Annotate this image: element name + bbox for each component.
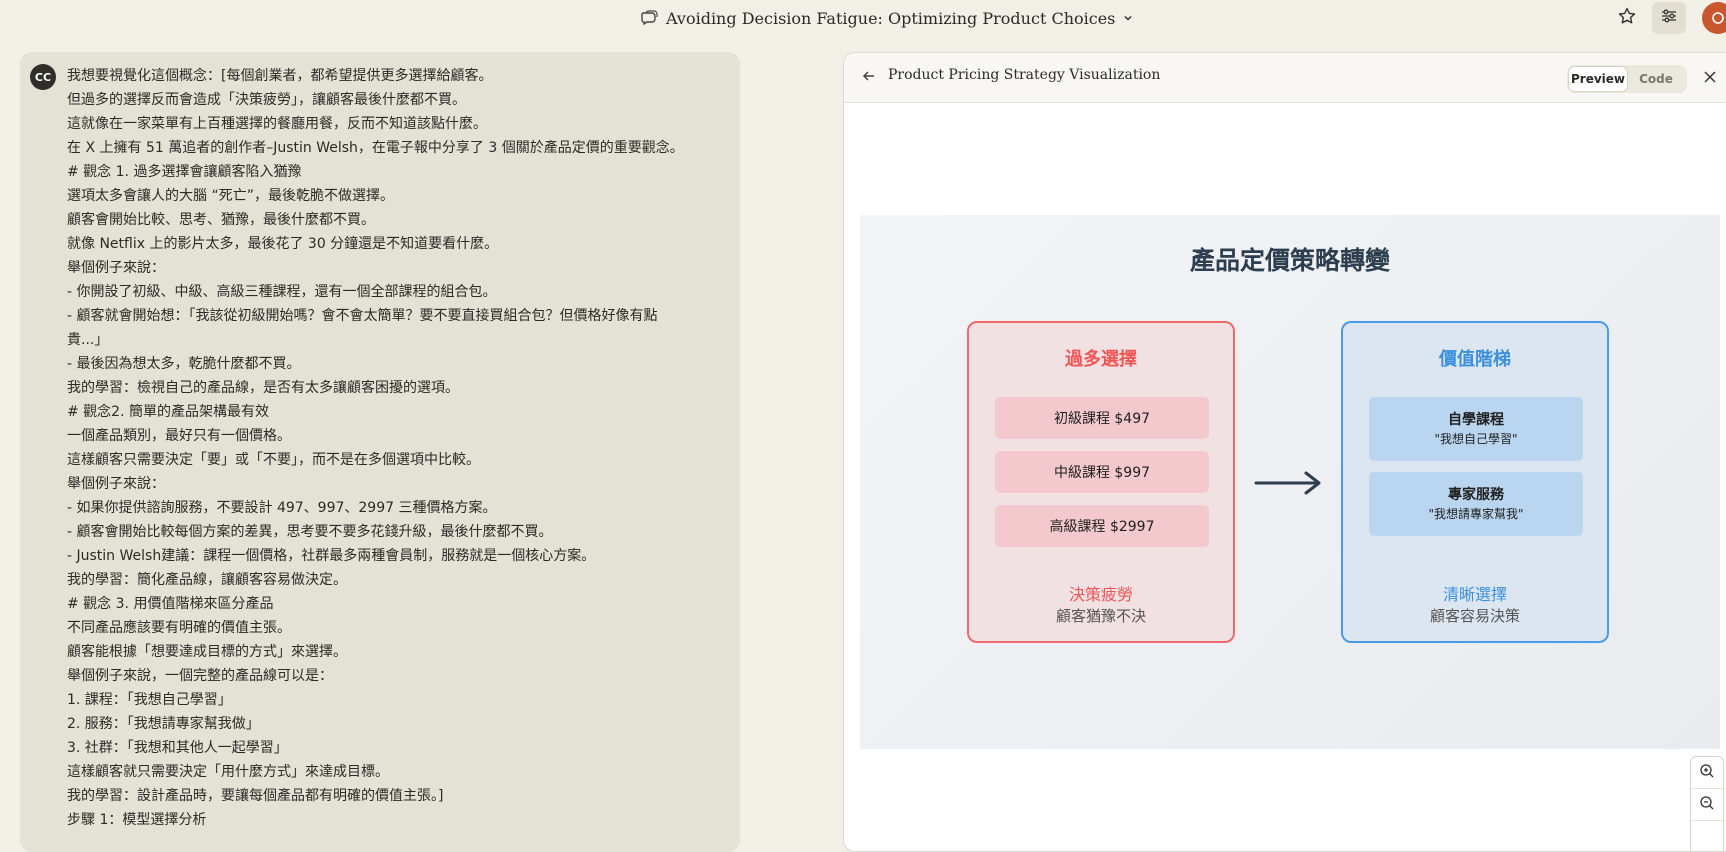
message-line: 但過多的選擇反而會造成「決策疲勞」，讓顧客最後什麼都不買。	[67, 92, 466, 108]
price-option: 高級課程 $2997	[995, 505, 1209, 547]
message-line: - 顧客會開始比較每個方案的差異，思考要不要多花錢升級，最後什麼都不買。	[67, 524, 553, 540]
message-line: 這樣顧客就只需要決定「用什麼方式」來達成目標。	[67, 764, 389, 780]
message-line: 在 X 上擁有 51 萬追者的創作者–Justin Welsh，在電子報中分享了…	[67, 140, 684, 156]
value-option: 自學課程 "我想自己學習"	[1369, 397, 1583, 461]
card-footer: 清晰選擇	[1442, 585, 1507, 604]
message-line: 我的學習：檢視自己的產品線，是否有太多讓顧客困擾的選項。	[67, 380, 459, 396]
price-option: 中級課程 $997	[995, 451, 1209, 493]
message-line: 這樣顧客只需要決定「要」或「不要」，而不是在多個選項中比較。	[67, 452, 480, 468]
message-line: - 如果你提供諮詢服務，不要設計 497、997、2997 三種價格方案。	[67, 500, 497, 516]
message-line: 這就像在一家菜單有上百種選擇的餐廳用餐，反而不知道該點什麼。	[67, 116, 487, 132]
zoom-out-button[interactable]	[1691, 789, 1723, 821]
pricing-visualization: 產品定價策略轉變 過多選擇 初級課程 $497 中級課程 $997 高級課程 $…	[860, 215, 1720, 749]
message-line: 顧客能根據「想要達成目標的方式」來選擇。	[67, 644, 347, 660]
message-line: - 最後因為想太多，乾脆什麼都不買。	[67, 356, 301, 372]
message-line: 貴...」	[67, 332, 109, 348]
message-line: # 觀念2. 簡單的產品架構最有效	[67, 404, 269, 420]
message-line: 1. 課程：「我想自己學習」	[67, 692, 232, 708]
message-line: 不同產品應該要有明確的價值主張。	[67, 620, 291, 636]
message-line: 選項太多會讓人的大腦 “死亡”，最後乾脆不做選擇。	[67, 188, 394, 204]
close-button[interactable]	[1701, 69, 1719, 87]
user-avatar[interactable]	[1702, 2, 1726, 34]
arrow-left-icon	[861, 68, 877, 88]
zoom-in-button[interactable]	[1691, 757, 1723, 789]
message-line: 我的學習：設計產品時，要讓每個產品都有明確的價值主張。]	[67, 788, 444, 804]
chat-bubble-icon	[640, 9, 658, 27]
arrow-right-icon	[1254, 471, 1321, 495]
message-line: 舉個例子來說：	[67, 476, 165, 492]
message-line: - 你開設了初級、中級、高級三種課程，還有一個全部課程的組合包。	[67, 284, 497, 300]
message-text: 我想要視覺化這個概念：[每個創業者，都希望提供更多選擇給顧客。 但過多的選擇反而會…	[67, 64, 717, 832]
view-toggle: Preview Code	[1567, 65, 1687, 93]
zoom-in-icon	[1699, 763, 1715, 783]
message-line: 顧客會開始比較、思考、猶豫，最後什麼都不買。	[67, 212, 375, 228]
message-line: 一個產品類別，最好只有一個價格。	[67, 428, 291, 444]
value-option-name: 專家服務	[1448, 487, 1504, 503]
message-line: - 顧客就會開始想：「我該從初級開始嗎？會不會太簡單？要不要直接買組合包？但價格…	[67, 308, 658, 324]
message-line: 舉個例子來說：	[67, 260, 165, 276]
card-heading: 價值階梯	[1439, 349, 1511, 370]
card-heading: 過多選擇	[1065, 349, 1137, 370]
viz-title: 產品定價策略轉變	[1189, 246, 1390, 275]
back-button[interactable]	[860, 69, 878, 87]
settings-button[interactable]	[1652, 2, 1686, 34]
message-line: - Justin Welsh建議：課程一個價格，社群最多兩種會員制，服務就是一個…	[67, 548, 596, 564]
too-many-choices-card: 過多選擇 初級課程 $497 中級課程 $997 高級課程 $2997 決策疲勞…	[967, 321, 1235, 643]
user-message: CC 我想要視覺化這個概念：[每個創業者，都希望提供更多選擇給顧客。 但過多的選擇…	[20, 52, 740, 852]
card-subtitle: 顧客猶豫不決	[1055, 607, 1146, 625]
message-line: # 觀念 3. 用價值階梯來區分產品	[67, 596, 274, 612]
star-icon	[1617, 6, 1637, 30]
message-avatar: CC	[30, 64, 56, 90]
price-option: 初級課程 $497	[995, 397, 1209, 439]
conversation-title-button[interactable]: Avoiding Decision Fatigue: Optimizing Pr…	[640, 5, 1133, 31]
star-button[interactable]	[1610, 2, 1644, 34]
message-line: 步驟 1：模型選擇分析	[67, 812, 207, 828]
artifact-header: Product Pricing Strategy Visualization P…	[844, 53, 1726, 103]
top-bar: Avoiding Decision Fatigue: Optimizing Pr…	[0, 0, 1726, 40]
zoom-controls	[1690, 756, 1724, 851]
chevron-down-icon	[1123, 13, 1133, 23]
value-option-desc: "我想請專家幫我"	[1428, 507, 1524, 521]
message-line: 舉個例子來說，一個完整的產品線可以是：	[67, 668, 333, 684]
sliders-icon	[1660, 7, 1678, 29]
card-subtitle: 顧客容易決策	[1429, 607, 1520, 625]
value-option-desc: "我想自己學習"	[1434, 432, 1518, 446]
value-ladder-card: 價值階梯 自學課程 "我想自己學習" 專家服務 "我想請專家幫我" 清晰選擇 顧…	[1341, 321, 1609, 643]
card-footer: 決策疲勞	[1068, 585, 1133, 604]
tab-code[interactable]: Code	[1627, 67, 1685, 91]
message-line: 2. 服務：「我想請專家幫我做」	[67, 716, 260, 732]
message-line: 我的學習：簡化產品線，讓顧客容易做決定。	[67, 572, 347, 588]
artifact-panel: Product Pricing Strategy Visualization P…	[843, 52, 1726, 852]
message-line: # 觀念 1. 過多選擇會讓顧客陷入猶豫	[67, 164, 302, 180]
zoom-out-icon	[1699, 795, 1715, 815]
value-option: 專家服務 "我想請專家幫我"	[1369, 472, 1583, 536]
message-line: 3. 社群：「我想和其他人一起學習」	[67, 740, 288, 756]
conversation-title: Avoiding Decision Fatigue: Optimizing Pr…	[666, 8, 1116, 28]
tab-preview[interactable]: Preview	[1569, 67, 1627, 91]
close-icon	[1703, 69, 1717, 88]
message-line: 我想要視覺化這個概念：[每個創業者，都希望提供更多選擇給顧客。	[67, 68, 493, 84]
artifact-title: Product Pricing Strategy Visualization	[888, 67, 1161, 83]
value-option-name: 自學課程	[1448, 412, 1504, 428]
message-line: 就像 Netflix 上的影片太多，最後花了 30 分鐘還是不知道要看什麼。	[67, 236, 499, 252]
